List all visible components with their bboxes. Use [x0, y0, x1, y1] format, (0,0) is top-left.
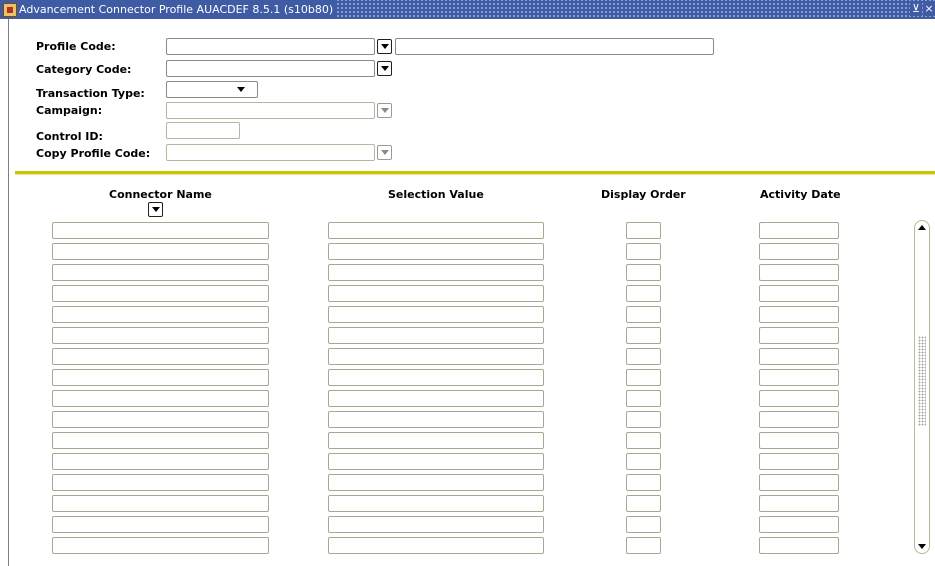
connector-name-cell[interactable] [52, 432, 269, 449]
selection-value-cell[interactable] [328, 285, 544, 302]
window-left-border [8, 19, 9, 566]
activity-date-cell[interactable] [759, 285, 839, 302]
display-order-cell[interactable] [626, 306, 661, 323]
activity-date-cell[interactable] [759, 369, 839, 386]
minimize-icon[interactable]: ⊻ [910, 2, 922, 16]
campaign-lookup-button[interactable] [377, 103, 392, 118]
selection-value-cell[interactable] [328, 369, 544, 386]
scroll-down-icon[interactable] [918, 544, 926, 549]
display-order-cell[interactable] [626, 369, 661, 386]
display-order-cell[interactable] [626, 495, 661, 512]
selection-value-cell[interactable] [328, 516, 544, 533]
campaign-input[interactable] [166, 102, 375, 119]
connector-name-cell[interactable] [52, 222, 269, 239]
selection-value-cell[interactable] [328, 474, 544, 491]
col-header-activity-date: Activity Date [760, 188, 841, 201]
connector-name-cell[interactable] [52, 348, 269, 365]
selection-value-cell[interactable] [328, 243, 544, 260]
activity-date-cell[interactable] [759, 222, 839, 239]
copy-profile-code-input[interactable] [166, 144, 375, 161]
connector-name-cell[interactable] [52, 516, 269, 533]
selection-value-cell[interactable] [328, 222, 544, 239]
selection-value-cell[interactable] [328, 264, 544, 281]
display-order-cell[interactable] [626, 411, 661, 428]
selection-value-cell[interactable] [328, 306, 544, 323]
dropdown-arrow-icon [237, 87, 245, 92]
display-order-cell[interactable] [626, 264, 661, 281]
activity-date-cell[interactable] [759, 243, 839, 260]
connector-name-cell[interactable] [52, 390, 269, 407]
activity-date-cell[interactable] [759, 264, 839, 281]
profile-code-lookup-button[interactable] [377, 39, 392, 54]
selection-value-cell[interactable] [328, 411, 544, 428]
display-order-cell[interactable] [626, 390, 661, 407]
display-order-cell[interactable] [626, 243, 661, 260]
selection-value-cell[interactable] [328, 390, 544, 407]
activity-date-cell[interactable] [759, 474, 839, 491]
activity-date-cell[interactable] [759, 390, 839, 407]
category-code-input[interactable] [166, 60, 375, 77]
connector-name-cell[interactable] [52, 243, 269, 260]
block-divider-shadow [15, 174, 935, 175]
connector-name-cell[interactable] [52, 264, 269, 281]
control-id-input[interactable] [166, 122, 240, 139]
copy-profile-code-label: Copy Profile Code: [36, 147, 151, 160]
connector-name-cell[interactable] [52, 285, 269, 302]
control-id-label: Control ID: [36, 130, 103, 143]
category-code-lookup-button[interactable] [377, 61, 392, 76]
activity-date-cell[interactable] [759, 516, 839, 533]
activity-date-cell[interactable] [759, 495, 839, 512]
connector-name-cell[interactable] [52, 327, 269, 344]
selection-value-cell[interactable] [328, 327, 544, 344]
display-order-cell[interactable] [626, 516, 661, 533]
profile-code-input[interactable] [166, 38, 375, 55]
display-order-cell[interactable] [626, 285, 661, 302]
scroll-up-icon[interactable] [918, 225, 926, 230]
display-order-cell[interactable] [626, 222, 661, 239]
transaction-type-select[interactable] [166, 81, 258, 98]
window-title: Advancement Connector Profile AUACDEF 8.… [19, 3, 334, 16]
display-order-cell[interactable] [626, 327, 661, 344]
connector-name-cell[interactable] [52, 495, 269, 512]
copy-profile-code-lookup-button[interactable] [377, 145, 392, 160]
close-icon[interactable]: × [923, 2, 935, 16]
grid-scrollbar[interactable] [914, 220, 930, 554]
title-left: Advancement Connector Profile AUACDEF 8.… [0, 0, 338, 19]
selection-value-cell[interactable] [328, 432, 544, 449]
connector-name-cell[interactable] [52, 411, 269, 428]
col-header-connector-name: Connector Name [109, 188, 212, 201]
campaign-label: Campaign: [36, 104, 103, 117]
display-order-cell[interactable] [626, 432, 661, 449]
activity-date-cell[interactable] [759, 411, 839, 428]
selection-value-cell[interactable] [328, 537, 544, 554]
profile-code-label: Profile Code: [36, 40, 116, 53]
scroll-grip[interactable] [918, 336, 926, 426]
selection-value-cell[interactable] [328, 453, 544, 470]
app-icon[interactable] [3, 2, 17, 17]
category-code-label: Category Code: [36, 63, 132, 76]
profile-code-description [395, 38, 714, 55]
connector-name-cell[interactable] [52, 306, 269, 323]
selection-value-cell[interactable] [328, 348, 544, 365]
activity-date-cell[interactable] [759, 537, 839, 554]
connector-name-lookup-button[interactable] [148, 202, 163, 217]
display-order-cell[interactable] [626, 453, 661, 470]
display-order-cell[interactable] [626, 348, 661, 365]
connector-name-cell[interactable] [52, 453, 269, 470]
window-title-bar: Advancement Connector Profile AUACDEF 8.… [0, 0, 935, 19]
activity-date-cell[interactable] [759, 306, 839, 323]
connector-name-cell[interactable] [52, 369, 269, 386]
connector-name-cell[interactable] [52, 537, 269, 554]
activity-date-cell[interactable] [759, 348, 839, 365]
transaction-type-label: Transaction Type: [36, 87, 145, 100]
display-order-cell[interactable] [626, 537, 661, 554]
col-header-selection-value: Selection Value [388, 188, 484, 201]
connector-name-cell[interactable] [52, 474, 269, 491]
activity-date-cell[interactable] [759, 327, 839, 344]
selection-value-cell[interactable] [328, 495, 544, 512]
activity-date-cell[interactable] [759, 432, 839, 449]
col-header-display-order: Display Order [601, 188, 686, 201]
display-order-cell[interactable] [626, 474, 661, 491]
activity-date-cell[interactable] [759, 453, 839, 470]
